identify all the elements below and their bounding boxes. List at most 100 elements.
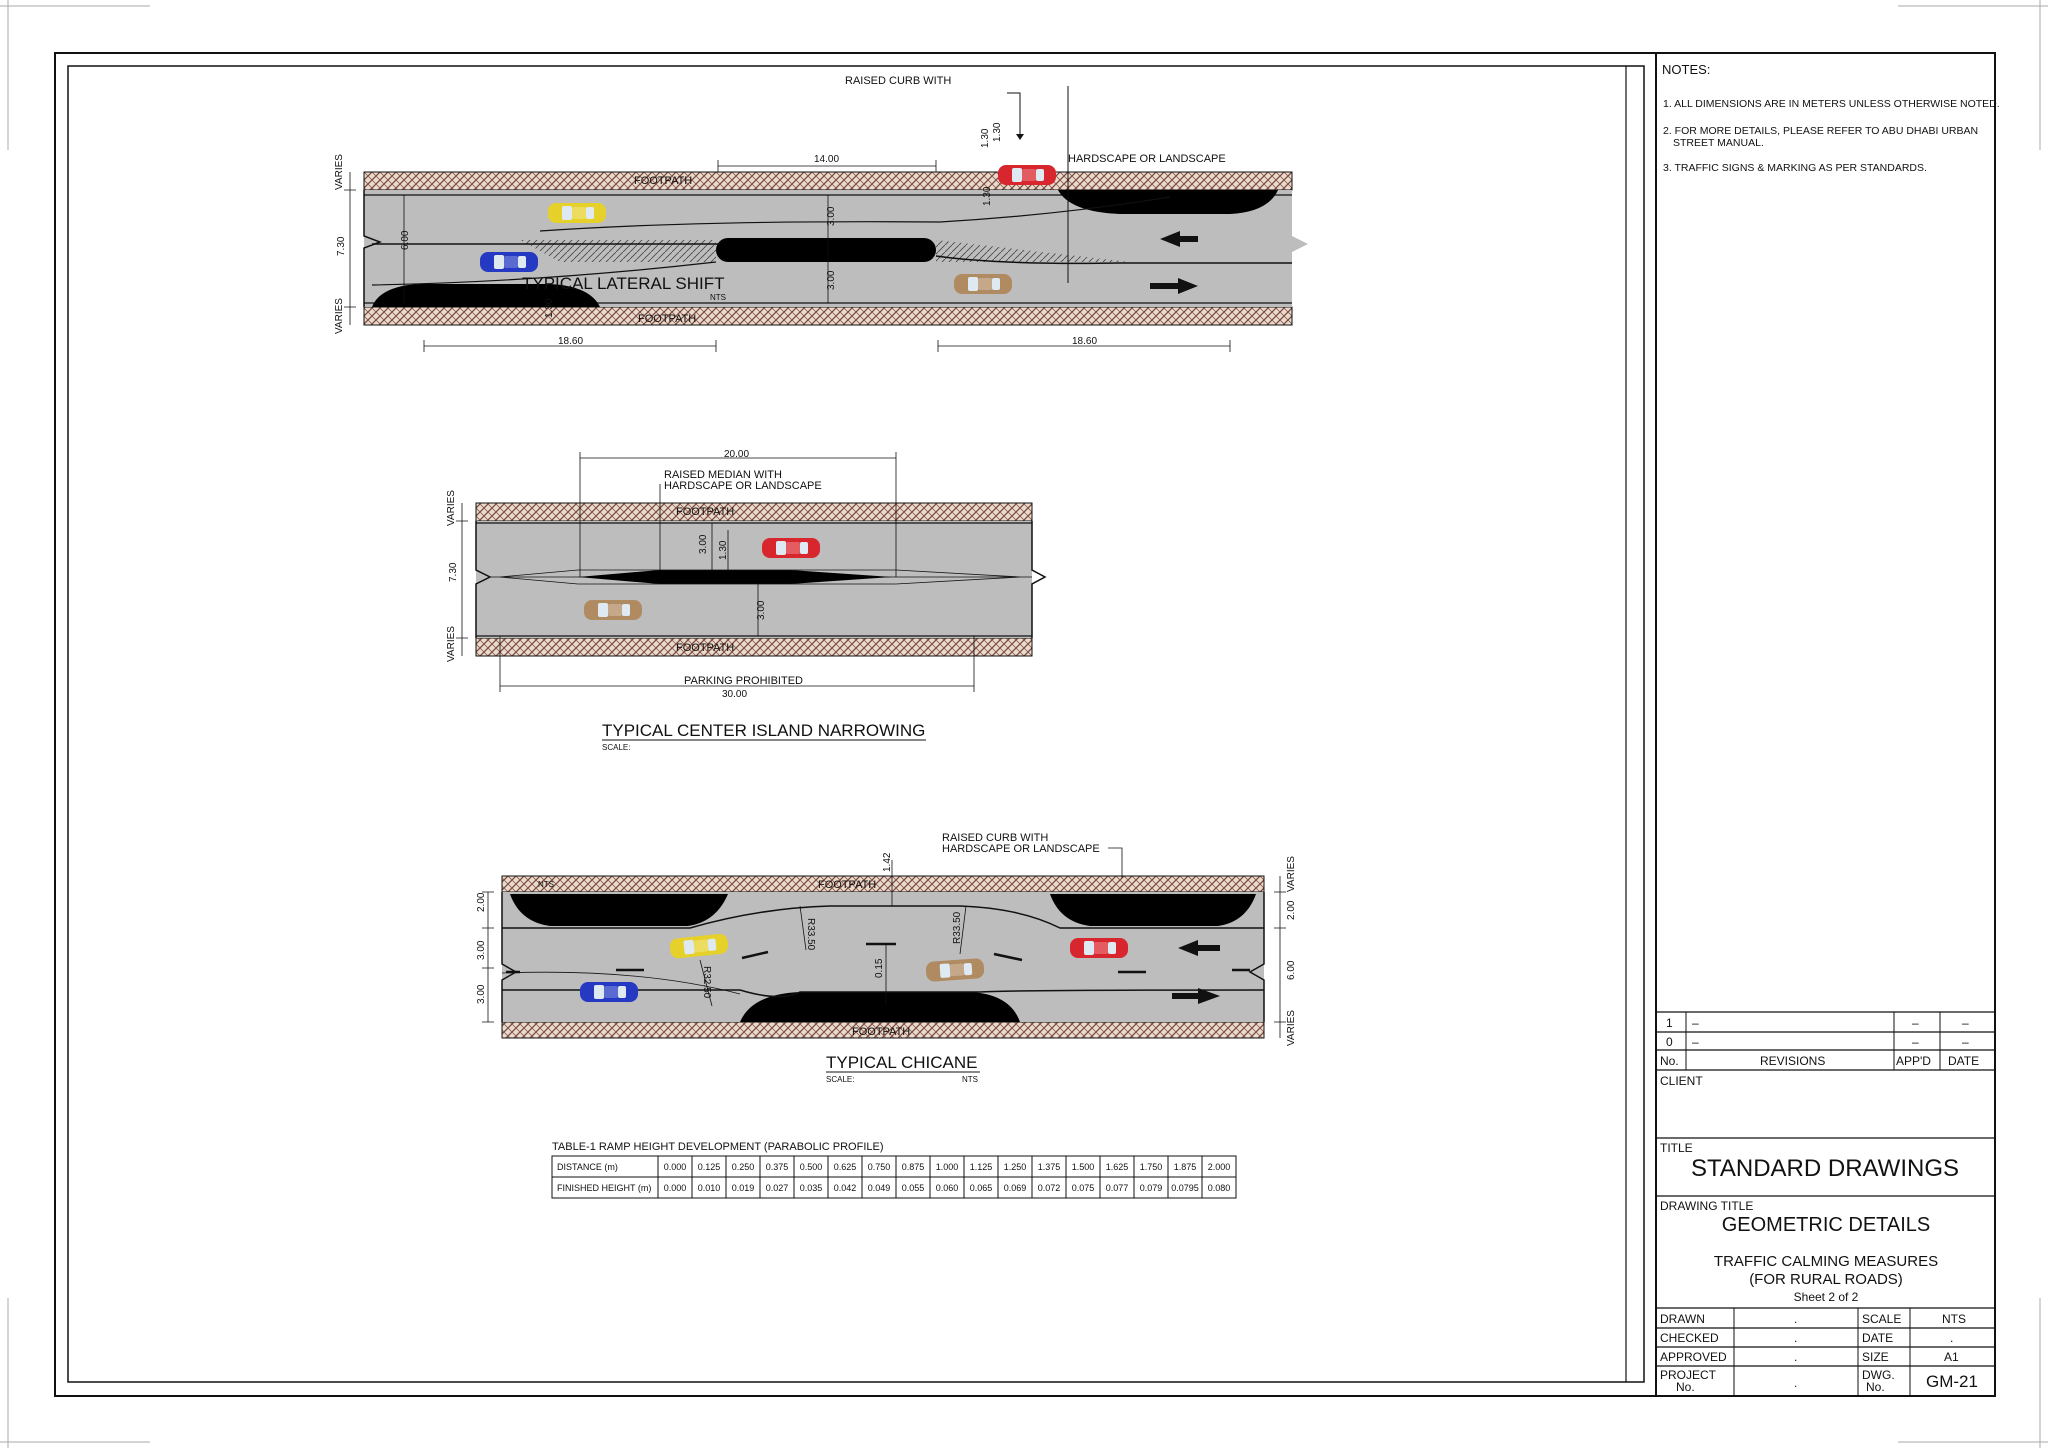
footpath-top — [501, 875, 1265, 893]
dwg-number: GM-21 — [1926, 1372, 1978, 1391]
table-cell-value: 0.055 — [902, 1183, 925, 1193]
svg-text:VARIES: VARIES — [446, 626, 457, 662]
table-cell-value: 0.080 — [1208, 1183, 1231, 1193]
car-tan — [954, 274, 1012, 294]
table-cell-value: 0.035 — [800, 1183, 823, 1193]
ramp-height-table: TABLE-1 RAMP HEIGHT DEVELOPMENT (PARABOL… — [551, 1141, 1237, 1199]
svg-text:3.00: 3.00 — [476, 984, 487, 1004]
svg-text:–: – — [1692, 1016, 1699, 1030]
car-blue — [580, 982, 638, 1002]
svg-text:FOOTPATH: FOOTPATH — [676, 506, 734, 518]
svg-text:1.30: 1.30 — [982, 186, 993, 206]
table-cell-value: 1.125 — [970, 1162, 993, 1172]
nts-lateral: NTS — [710, 293, 726, 302]
svg-text:VARIES: VARIES — [334, 298, 345, 334]
svg-text:.: . — [1794, 1376, 1797, 1390]
drawing-subtitle-2: (FOR RURAL ROADS) — [1749, 1271, 1903, 1288]
svg-text:No.: No. — [1866, 1380, 1885, 1394]
callout-raised-curb: RAISED CURB WITH — [845, 75, 951, 87]
table-cell-value: 1.375 — [1038, 1162, 1061, 1172]
table-cell-value: 0.375 — [766, 1162, 789, 1172]
svg-text:3.00: 3.00 — [826, 206, 837, 226]
svg-text:7.30: 7.30 — [336, 236, 347, 256]
svg-text:0.15: 0.15 — [874, 958, 885, 978]
svg-text:–: – — [1962, 1016, 1969, 1030]
svg-text:VARIES: VARIES — [446, 490, 457, 526]
svg-text:6.00: 6.00 — [400, 230, 411, 250]
sheet-title: STANDARD DRAWINGS — [1691, 1155, 1959, 1182]
svg-text:2.00: 2.00 — [1286, 900, 1297, 920]
svg-text:PARKING PROHIBITED: PARKING PROHIBITED — [684, 675, 803, 687]
table-cell-value: 0.042 — [834, 1183, 857, 1193]
table-cell-value: 0.072 — [1038, 1183, 1061, 1193]
svg-text:1: 1 — [1666, 1016, 1673, 1030]
car-yellow — [548, 203, 606, 223]
svg-text:2.00: 2.00 — [476, 892, 487, 912]
note-2b: STREET MANUAL. — [1673, 137, 1764, 149]
sheet-number: Sheet 2 of 2 — [1794, 1290, 1859, 1304]
client-label: CLIENT — [1660, 1074, 1703, 1088]
drawing-sheet: NOTES: 1. ALL DIMENSIONS ARE IN METERS U… — [0, 0, 2048, 1448]
center-island-plan: FOOTPATH FOOTPATH RAISED MEDIAN WITH HAR… — [446, 449, 1047, 752]
note-2: 2. FOR MORE DETAILS, PLEASE REFER TO ABU… — [1663, 125, 1978, 137]
svg-text:VARIES: VARIES — [1286, 1010, 1297, 1046]
svg-text:1.30: 1.30 — [544, 298, 555, 318]
svg-text:APPROVED: APPROVED — [1660, 1350, 1727, 1364]
svg-text:FOOTPATH: FOOTPATH — [818, 879, 876, 891]
table-row-label: DISTANCE (m) — [557, 1162, 618, 1172]
table-cell-value: 1.500 — [1072, 1162, 1095, 1172]
svg-text:SIZE: SIZE — [1862, 1350, 1889, 1364]
table-cell-value: 0.250 — [732, 1162, 755, 1172]
notes-panel: NOTES: 1. ALL DIMENSIONS ARE IN METERS U… — [1662, 62, 2000, 174]
table-cell-value: 0.060 — [936, 1183, 959, 1193]
svg-text:VARIES: VARIES — [334, 154, 345, 190]
title-lateral-shift: TYPICAL LATERAL SHIFT — [522, 274, 724, 293]
svg-text:DRAWN: DRAWN — [1660, 1312, 1705, 1326]
table-cell-value: 0.069 — [1004, 1183, 1027, 1193]
svg-text:–: – — [1912, 1016, 1919, 1030]
svg-text:.: . — [1794, 1331, 1797, 1345]
svg-text:18.60: 18.60 — [1072, 336, 1097, 347]
svg-text:3.00: 3.00 — [476, 940, 487, 960]
title-block-text: CLIENT TITLE STANDARD DRAWINGS DRAWING T… — [1660, 1074, 1978, 1394]
svg-text:DATE: DATE — [1862, 1331, 1893, 1345]
svg-text:1.30: 1.30 — [992, 122, 1003, 142]
svg-text:–: – — [1912, 1035, 1919, 1049]
table-cell-value: 1.875 — [1174, 1162, 1197, 1172]
svg-text:NTS: NTS — [1942, 1312, 1966, 1326]
svg-text:R32.50: R32.50 — [701, 966, 712, 999]
svg-text:1.30: 1.30 — [980, 128, 991, 148]
callout-hardscape: HARDSCAPE OR LANDSCAPE — [1068, 153, 1226, 165]
chicane-bulb-left — [510, 894, 728, 926]
table-cell-value: 0.875 — [902, 1162, 925, 1172]
car-tan — [584, 600, 642, 620]
table-cell-value: 1.250 — [1004, 1162, 1027, 1172]
svg-text:0: 0 — [1666, 1035, 1673, 1049]
table-cell-value: 1.000 — [936, 1162, 959, 1172]
table-cell-value: 2.000 — [1208, 1162, 1231, 1172]
svg-text:7.30: 7.30 — [448, 562, 459, 582]
note-3: 3. TRAFFIC SIGNS & MARKING AS PER STANDA… — [1663, 162, 1927, 174]
svg-text:6.00: 6.00 — [1286, 960, 1297, 980]
table-cell-value: 0.075 — [1072, 1183, 1095, 1193]
svg-text:A1: A1 — [1944, 1350, 1959, 1364]
curb-extension-right — [1058, 190, 1278, 214]
svg-text:20.00: 20.00 — [724, 449, 749, 460]
svg-text:1.42: 1.42 — [882, 852, 893, 872]
table-cell-value: 0.125 — [698, 1162, 721, 1172]
svg-text:R33.50: R33.50 — [952, 911, 963, 944]
table-cell-value: 0.500 — [800, 1162, 823, 1172]
drawing-subtitle-1: TRAFFIC CALMING MEASURES — [1714, 1253, 1938, 1270]
table-cell-value: 0.750 — [868, 1162, 891, 1172]
svg-text:HARDSCAPE OR LANDSCAPE: HARDSCAPE OR LANDSCAPE — [664, 480, 822, 492]
revision-table: 1 – – – 0 – – – No. REVISIONS APP'D DATE — [1660, 1016, 1979, 1068]
table-cell-value: 0.049 — [868, 1183, 891, 1193]
note-1: 1. ALL DIMENSIONS ARE IN METERS UNLESS O… — [1663, 98, 2000, 110]
notes-heading: NOTES: — [1662, 62, 1710, 77]
svg-text:3.00: 3.00 — [698, 534, 709, 554]
svg-text:NTS: NTS — [538, 880, 554, 889]
table-cell-value: 0.019 — [732, 1183, 755, 1193]
svg-text:.: . — [1794, 1312, 1797, 1326]
car-blue — [480, 252, 538, 272]
svg-text:HARDSCAPE OR LANDSCAPE: HARDSCAPE OR LANDSCAPE — [942, 843, 1100, 855]
